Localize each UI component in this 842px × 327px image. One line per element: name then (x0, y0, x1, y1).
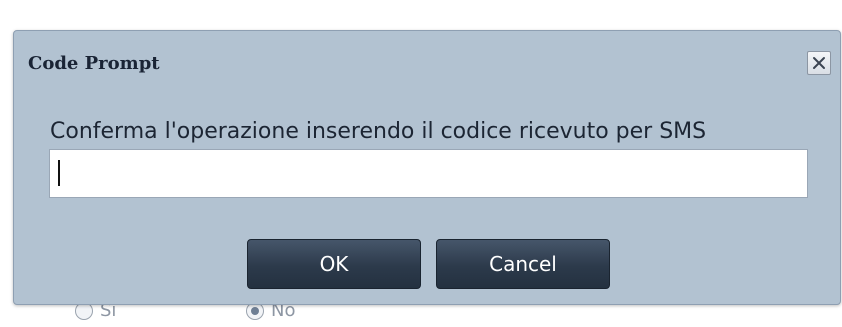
close-button[interactable] (807, 51, 831, 75)
dialog-title: Code Prompt (28, 53, 160, 74)
sms-code-input[interactable] (49, 149, 808, 198)
close-icon (812, 56, 826, 70)
ok-button[interactable]: OK (247, 239, 421, 289)
code-prompt-dialog: Code Prompt Conferma l'operazione insere… (13, 30, 841, 305)
prompt-label: Conferma l'operazione inserendo il codic… (50, 119, 707, 144)
text-caret (58, 160, 60, 186)
cancel-button[interactable]: Cancel (436, 239, 610, 289)
background-page-top (0, 0, 842, 10)
